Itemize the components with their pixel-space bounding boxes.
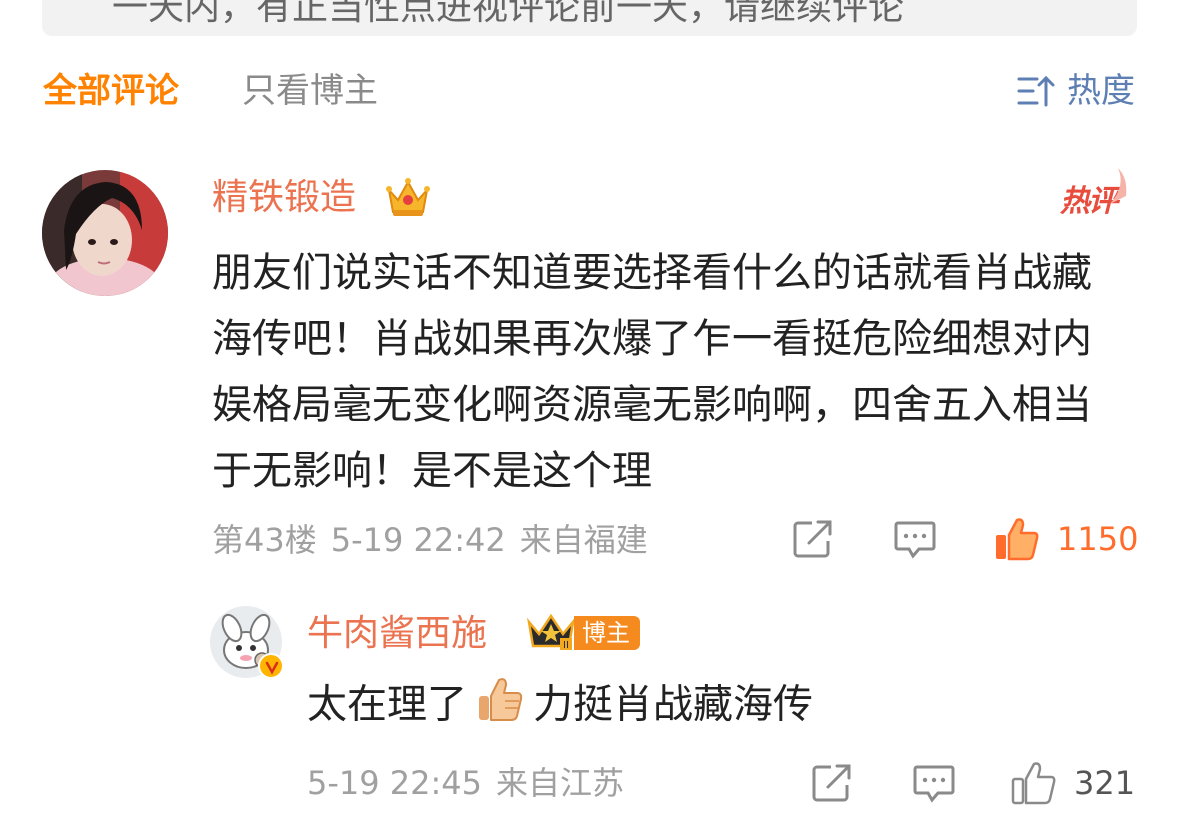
comment-tabs: 全部评论 只看博主 热度 <box>0 70 1179 112</box>
comment-icon <box>894 521 936 559</box>
avatar[interactable] <box>42 170 168 296</box>
floor-number: 第43楼 <box>212 521 317 559</box>
comment-text: 朋友们说实话不知道要选择看什么的话就看肖战藏海传吧！肖战如果再次爆了乍一看挺危险… <box>212 250 1092 494</box>
reply-username[interactable]: 牛肉酱西施 <box>307 612 487 656</box>
reply-comment-button[interactable] <box>912 763 956 805</box>
sort-icon <box>1017 75 1055 107</box>
thumbs-up-outline-icon <box>1011 762 1056 805</box>
reply-button[interactable] <box>893 519 937 561</box>
reply-like-count: 321 <box>1074 764 1136 802</box>
crown-icon <box>386 178 430 216</box>
flame-icon <box>1110 168 1127 204</box>
reply-like-button[interactable]: 321 <box>1010 759 1135 807</box>
svg-text:II: II <box>563 640 569 651</box>
comment-time: 5-19 22:42 <box>330 521 506 559</box>
thumbs-up-emoji-icon <box>475 674 525 739</box>
sort-by-heat-button[interactable]: 热度 <box>1017 70 1135 112</box>
like-button[interactable]: 1150 <box>993 515 1138 563</box>
verified-badge-icon <box>258 653 284 679</box>
share-icon <box>812 764 851 802</box>
hot-comment-badge: 热评 <box>1060 168 1127 220</box>
quoted-post-preview: 一天内，有正当性点进视评论前一天，请继续评论 <box>42 0 1137 36</box>
tab-blogger-only[interactable]: 只看博主 <box>242 70 378 112</box>
share-button[interactable] <box>792 519 834 559</box>
sort-label: 热度 <box>1067 71 1135 111</box>
blogger-badge: 博主 <box>574 616 640 650</box>
comment-icon <box>913 765 955 803</box>
blogger-crown-icon: II <box>527 613 575 651</box>
username[interactable]: 精铁锻造 <box>212 176 356 220</box>
quoted-post-text: 一天内，有正当性点进视评论前一天，请继续评论 <box>112 0 905 28</box>
thumbs-up-icon <box>996 518 1039 561</box>
tab-all-comments[interactable]: 全部评论 <box>43 70 179 112</box>
reply-time: 5-19 22:45 <box>307 764 483 802</box>
reply-location: 来自江苏 <box>496 764 625 802</box>
share-icon <box>793 520 832 558</box>
reply-share-button[interactable] <box>811 763 853 803</box>
comment-location: 来自福建 <box>519 521 648 559</box>
comment-meta: 第43楼 5-19 22:42 来自福建 <box>212 520 648 560</box>
reply-text-after: 力挺肖战藏海传 <box>533 681 813 728</box>
like-count: 1150 <box>1057 520 1139 558</box>
reply-text-before: 太在理了 <box>307 681 467 728</box>
reply-meta: 5-19 22:45 来自江苏 <box>307 763 624 803</box>
reply-text: 太在理了 力挺肖战藏海传 <box>307 674 813 739</box>
